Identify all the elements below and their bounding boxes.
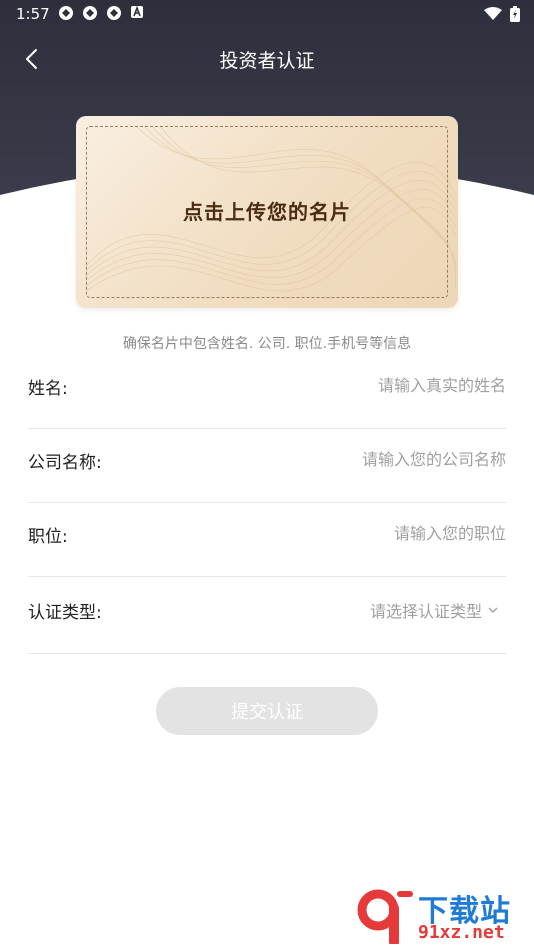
name-label: 姓名:	[28, 379, 68, 399]
form-row-company: 公司名称:	[28, 428, 506, 503]
battery-charging-icon	[510, 6, 520, 22]
submit-button[interactable]: 提交认证	[156, 687, 378, 735]
status-right	[484, 6, 520, 22]
cert-type-select[interactable]: 请选择认证类型	[370, 598, 498, 622]
status-icons	[58, 5, 144, 21]
name-input[interactable]	[206, 368, 506, 402]
business-card-upload[interactable]: 点击上传您的名片	[76, 116, 458, 308]
a-badge-icon	[131, 5, 143, 18]
sync-icon	[59, 6, 73, 20]
app-bar: 投资者认证	[0, 36, 534, 80]
sync-icon	[107, 6, 121, 20]
form-row-name: 姓名:	[28, 354, 506, 429]
watermark-logo-icon	[357, 889, 413, 944]
company-input[interactable]	[206, 442, 506, 476]
position-input[interactable]	[206, 516, 506, 550]
position-label: 职位:	[28, 527, 68, 547]
upload-card-text: 点击上传您的名片	[183, 200, 351, 224]
upload-hint: 确保名片中包含姓名. 公司. 职位.手机号等信息	[122, 336, 412, 352]
form-row-position: 职位:	[28, 502, 506, 577]
cert-type-placeholder: 请选择认证类型	[369, 602, 482, 621]
page-title: 投资者认证	[219, 50, 315, 72]
watermark: 下载站 91xz.net	[356, 886, 526, 946]
status-bar: 1:57	[0, 0, 534, 28]
chevron-down-icon	[488, 607, 498, 613]
wifi-icon	[484, 7, 502, 20]
company-label: 公司名称:	[28, 453, 102, 473]
watermark-url: 91xz.net	[418, 922, 505, 943]
form-row-cert-type: 认证类型: 请选择认证类型	[28, 578, 506, 654]
cert-type-label: 认证类型:	[28, 603, 102, 623]
status-time: 1:57	[16, 5, 50, 23]
sync-icon	[83, 6, 97, 20]
